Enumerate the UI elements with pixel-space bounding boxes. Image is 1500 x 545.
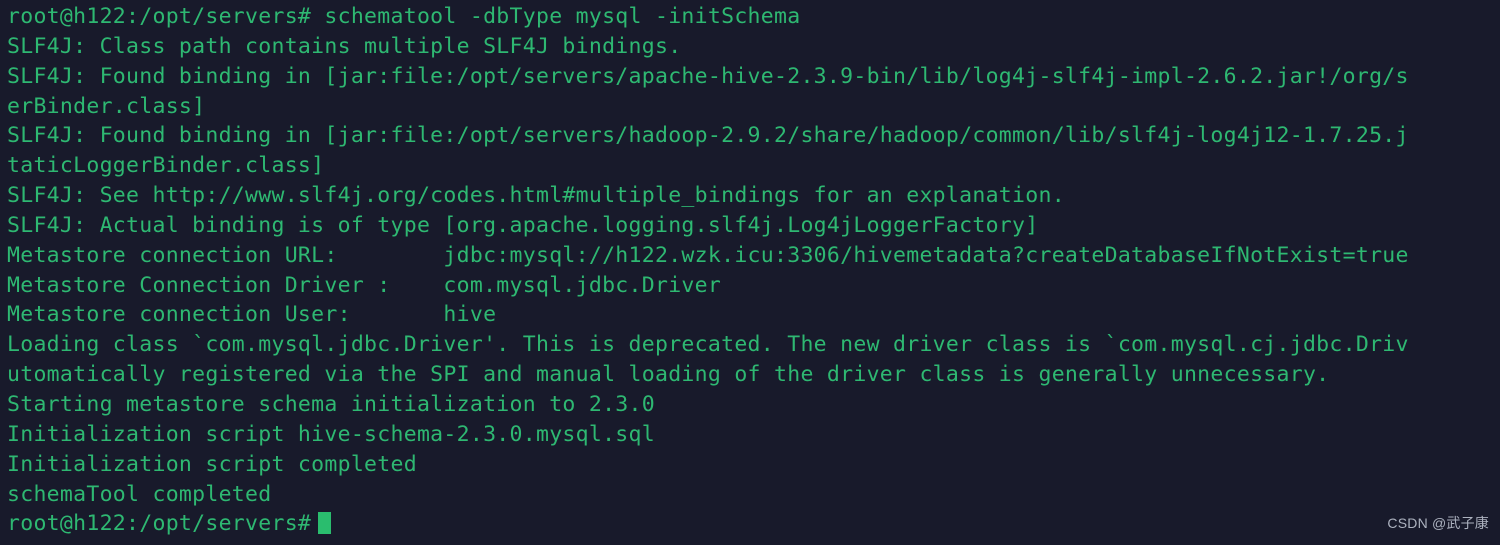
terminal-line-text: Initialization script hive-schema-2.3.0.… (7, 421, 655, 447)
terminal-line-text: Metastore connection URL: jdbc:mysql://h… (7, 242, 1409, 268)
terminal-line-text: erBinder.class] (7, 93, 206, 119)
terminal-line-text: SLF4J: Found binding in [jar:file:/opt/s… (7, 63, 1409, 89)
terminal-line: Initialization script hive-schema-2.3.0.… (7, 420, 1500, 450)
terminal-prompt-line[interactable]: root@h122:/opt/servers# (7, 509, 1500, 539)
terminal-line-text: Metastore Connection Driver : com.mysql.… (7, 272, 722, 298)
terminal-line-text: SLF4J: Actual binding is of type [org.ap… (7, 212, 1039, 238)
terminal-line-text: SLF4J: Found binding in [jar:file:/opt/s… (7, 123, 1409, 149)
terminal-line: Metastore Connection Driver : com.mysql.… (7, 271, 1500, 301)
terminal-line: erBinder.class] (7, 92, 1500, 122)
terminal-line-text: root@h122:/opt/servers# schematool -dbTy… (7, 4, 801, 29)
watermark: CSDN @武子康 (1387, 515, 1489, 532)
terminal-line-text: SLF4J: Class path contains multiple SLF4… (7, 33, 682, 59)
terminal-line: SLF4J: Found binding in [jar:file:/opt/s… (7, 62, 1500, 92)
terminal-line-text: schemaTool completed (7, 481, 272, 507)
terminal-line: SLF4J: Actual binding is of type [org.ap… (7, 211, 1500, 241)
terminal-line: schemaTool completed (7, 480, 1500, 510)
terminal-line-text: Initialization script completed (7, 451, 417, 477)
terminal-line: utomatically registered via the SPI and … (7, 360, 1500, 390)
terminal-line: SLF4J: Found binding in [jar:file:/opt/s… (7, 121, 1500, 151)
terminal-line: root@h122:/opt/servers# schematool -dbTy… (7, 2, 1500, 32)
terminal-window[interactable]: root@h122:/opt/servers# schematool -dbTy… (0, 0, 1500, 545)
terminal-line: Starting metastore schema initialization… (7, 390, 1500, 420)
terminal-line-text: SLF4J: See http://www.slf4j.org/codes.ht… (7, 183, 1065, 209)
terminal-line: SLF4J: See http://www.slf4j.org/codes.ht… (7, 181, 1500, 211)
terminal-line: taticLoggerBinder.class] (7, 151, 1500, 181)
terminal-line-text: Loading class `com.mysql.jdbc.Driver'. T… (7, 332, 1409, 358)
terminal-line: Metastore connection User: hive (7, 300, 1500, 330)
terminal-line: Loading class `com.mysql.jdbc.Driver'. T… (7, 330, 1500, 360)
terminal-line-text: Metastore connection User: hive (7, 302, 497, 328)
terminal-line: Metastore connection URL: jdbc:mysql://h… (7, 241, 1500, 271)
terminal-line-text: taticLoggerBinder.class] (7, 153, 325, 179)
terminal-line-text: utomatically registered via the SPI and … (7, 362, 1330, 388)
terminal-line: SLF4J: Class path contains multiple SLF4… (7, 32, 1500, 62)
terminal-line-text: Starting metastore schema initialization… (7, 391, 655, 417)
terminal-line: Initialization script completed (7, 450, 1500, 480)
block-cursor-icon (318, 512, 332, 535)
shell-prompt: root@h122:/opt/servers# (7, 511, 312, 537)
